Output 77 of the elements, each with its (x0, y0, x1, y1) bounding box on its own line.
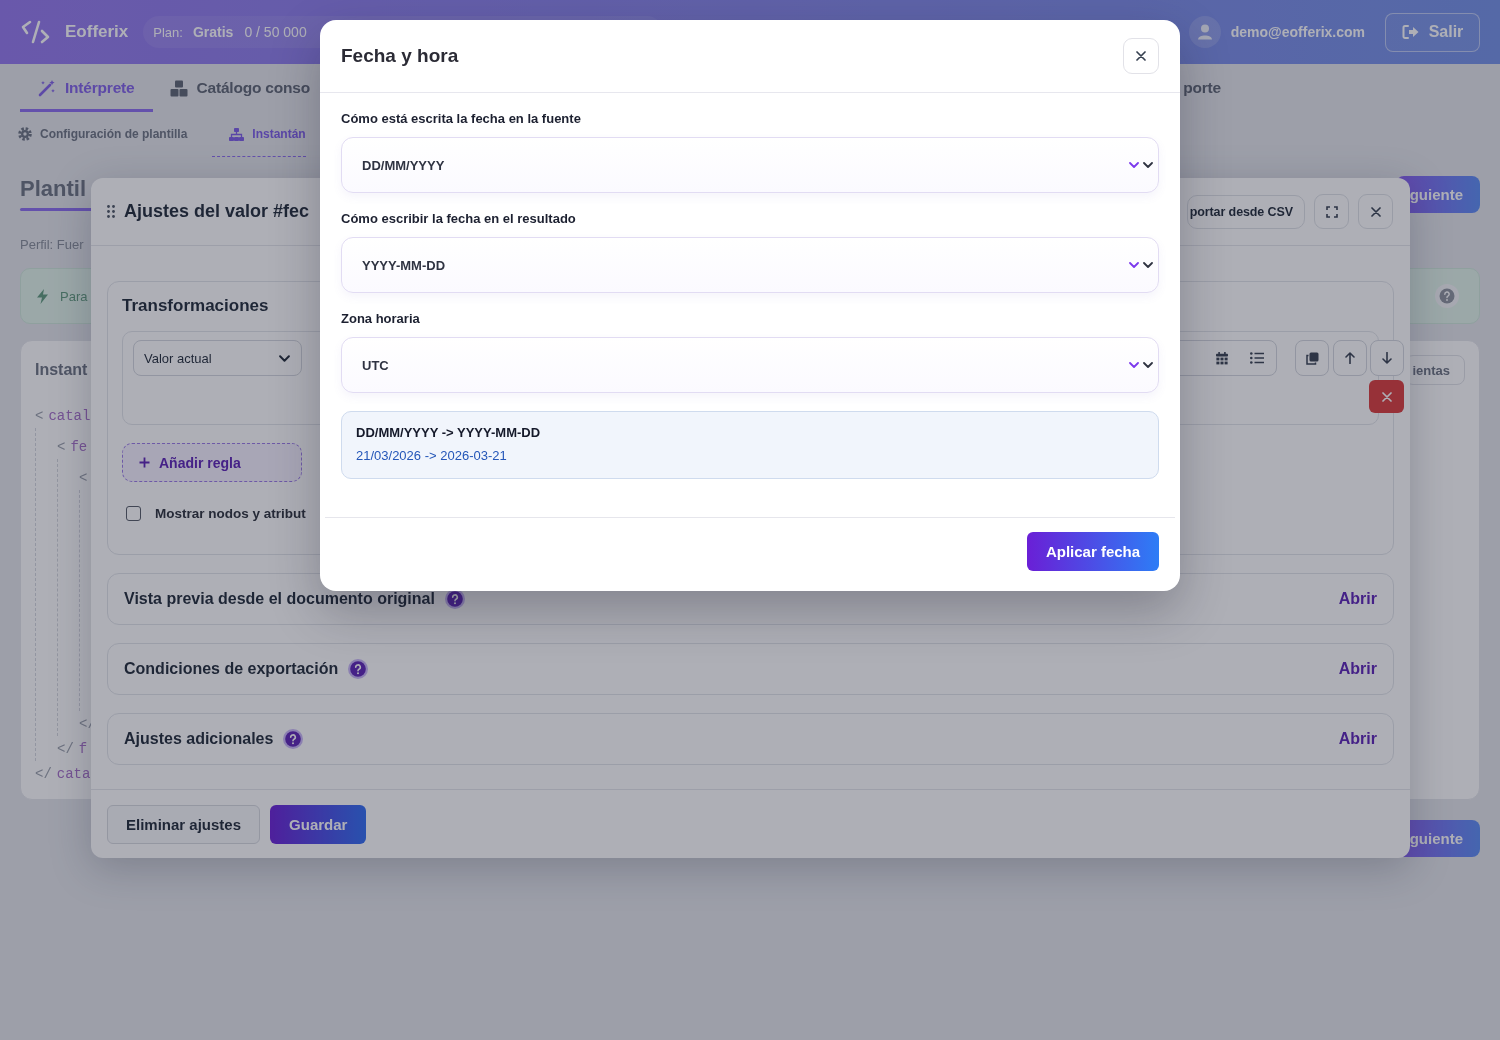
dropdown-field[interactable]: DD/MM/YYYY (341, 137, 1159, 193)
tag-bracket: < (35, 407, 44, 424)
gear-icon (18, 127, 32, 141)
dropdown-field[interactable]: YYYY-MM-DD (341, 237, 1159, 293)
checkbox[interactable] (126, 505, 141, 521)
close-button[interactable] (1123, 38, 1159, 74)
profile-text: Perfil: Fuer (20, 237, 84, 253)
tag-name: catal (48, 407, 91, 424)
help-icon (348, 659, 369, 679)
sub-tab[interactable]: Instantán (212, 112, 306, 157)
section-title: Transformaciones (122, 295, 269, 317)
close-icon (1370, 206, 1381, 217)
save-button[interactable]: Guardar (270, 804, 367, 844)
delete-rule-button[interactable] (1369, 380, 1404, 413)
drag-handle-icon[interactable] (107, 205, 115, 218)
move-down-button[interactable] (1370, 340, 1404, 376)
lightning-icon (37, 288, 48, 304)
logout-icon (1401, 24, 1420, 40)
close-icon (1136, 51, 1146, 61)
list-icon[interactable] (1250, 352, 1264, 364)
fullscreen-button[interactable] (1314, 194, 1349, 229)
apply-button[interactable]: Aplicar fecha (1027, 532, 1159, 571)
move-up-button[interactable] (1332, 340, 1367, 376)
plus-icon (139, 457, 150, 468)
section-title: Vista previa desde el documento original (124, 590, 435, 608)
banner-text: Para (60, 288, 88, 304)
add-rule-button[interactable]: Añadir regla (122, 443, 302, 482)
tag-name: cata (56, 765, 91, 782)
dropdown-field[interactable]: UTC (341, 337, 1159, 393)
checkbox-label: Mostrar nodos y atribut (155, 505, 306, 521)
tag-bracket: </ (57, 740, 74, 757)
expand-icon (1325, 205, 1338, 218)
field-label: Cómo escribir la fecha en el resultado (341, 211, 576, 227)
help-icon (283, 729, 304, 749)
chevron-down-icon (279, 354, 290, 362)
tag-bracket: </ (35, 765, 52, 782)
duplicate-button[interactable] (1295, 340, 1329, 376)
plan-label: Plan: (153, 24, 183, 40)
sitemap-icon (229, 127, 245, 141)
brand-name: Eofferix (65, 22, 129, 42)
section-title: Ajustes adicionales (124, 730, 274, 748)
value-dropdown[interactable]: Valor actual (133, 340, 302, 376)
tag-name: f (78, 740, 88, 757)
nav-tab[interactable]: Catálogo conso (152, 64, 310, 112)
delete-settings-button[interactable]: Eliminar ajustes (107, 804, 261, 844)
dialog-title: Ajustes del valor #fec (124, 201, 310, 222)
import-csv-button[interactable]: portar desde CSV (1186, 194, 1305, 229)
format-pattern: DD/MM/YYYY -> YYYY-MM-DD (356, 425, 541, 441)
plan-usage: 0 / 50 000 (244, 24, 307, 40)
nav-tab[interactable]: porte (1183, 64, 1239, 112)
logo-icon (20, 19, 52, 45)
section-title: Condiciones de exportación (124, 660, 339, 678)
open-link[interactable]: Abrir (1338, 730, 1377, 748)
open-link[interactable]: Abrir (1338, 590, 1377, 608)
tag-name: fe (70, 438, 88, 455)
card-title: Instant (35, 361, 88, 379)
tag-bracket: < (79, 469, 88, 486)
arrow-down-icon (1382, 352, 1392, 364)
open-link[interactable]: Abrir (1338, 660, 1377, 678)
calendar-icon[interactable] (1216, 351, 1228, 365)
sub-tab[interactable]: Configuración de plantilla (0, 112, 213, 157)
format-example: 21/03/2026 -> 2026-03-21 (356, 448, 507, 464)
user-email: demo@eofferix.com (1230, 24, 1365, 40)
dialog-title: Fecha y hora (341, 45, 459, 67)
tag-bracket: < (57, 438, 66, 455)
field-label: Zona horaria (341, 311, 420, 327)
magic-wand-icon (38, 79, 56, 97)
close-button[interactable] (1358, 194, 1393, 229)
arrow-up-icon (1344, 352, 1355, 364)
plan-name: Gratis (192, 24, 234, 40)
help-icon (1435, 284, 1459, 308)
page-title: Plantil (20, 176, 86, 202)
nav-tab[interactable]: Intérprete (20, 64, 153, 112)
field-label: Cómo está escrita la fecha en la fuente (341, 111, 581, 127)
close-icon (1381, 391, 1392, 402)
boxes-icon (169, 79, 188, 97)
copy-icon (1305, 351, 1319, 365)
